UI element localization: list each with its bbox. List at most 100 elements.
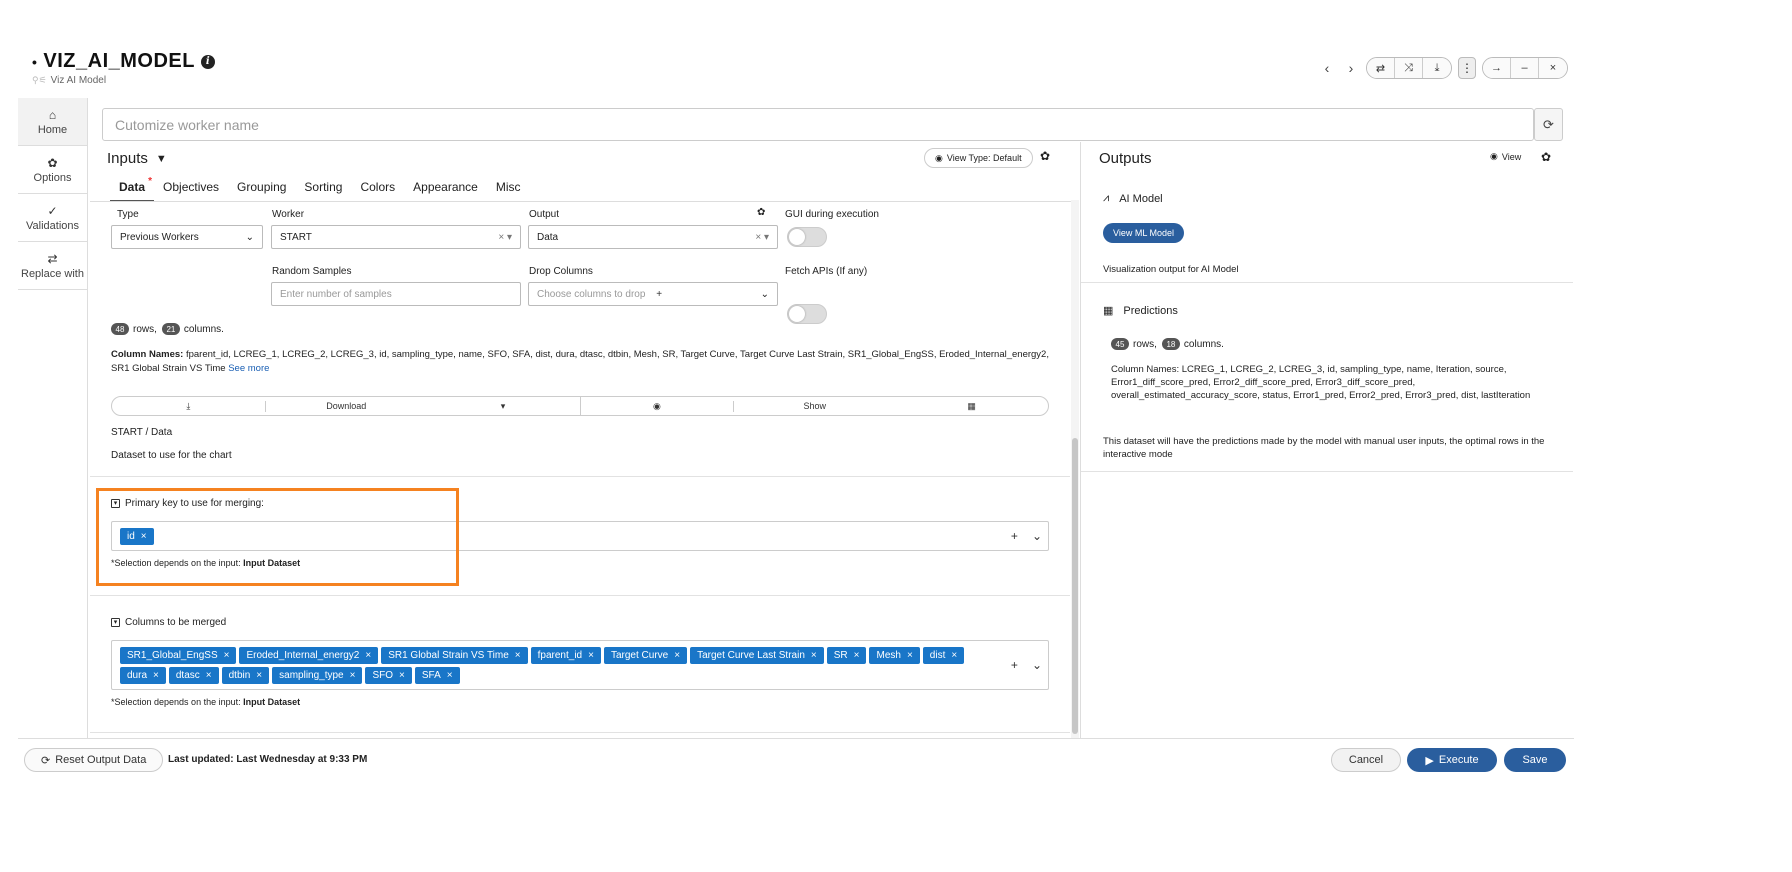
save-button[interactable]: Save (1504, 748, 1566, 772)
remove-chip-icon[interactable]: × (256, 670, 262, 681)
chevron-right-icon[interactable]: › (1342, 60, 1360, 76)
remove-chip-icon[interactable]: × (206, 670, 212, 681)
chip-column[interactable]: Mesh × (869, 646, 920, 664)
chip-column[interactable]: SFO × (365, 666, 412, 684)
arrow-right-icon[interactable]: → (1483, 58, 1511, 78)
chip-column[interactable]: fparent_id × (530, 646, 601, 664)
remove-chip-icon[interactable]: × (515, 650, 521, 661)
tab-grouping[interactable]: Grouping (228, 180, 295, 202)
kebab-icon[interactable]: ⋮ (1458, 57, 1476, 79)
view-type-button[interactable]: ◉ View Type: Default (924, 148, 1033, 168)
gear-icon[interactable]: ✿ (757, 207, 765, 218)
remove-chip-icon[interactable]: × (811, 650, 817, 661)
clear-icon[interactable]: × ▾ (755, 232, 769, 243)
remove-chip-icon[interactable]: × (350, 670, 356, 681)
type-select[interactable]: Previous Workers ⌄ (111, 225, 263, 249)
fetch-apis-label: Fetch APIs (If any) (785, 266, 868, 277)
chip-column[interactable]: dtasc × (168, 666, 219, 684)
chevron-down-icon[interactable]: ⌄ (1032, 529, 1042, 543)
app-title-row: • VIZ_AI_MODEL i (32, 50, 215, 73)
chip-column[interactable]: SR × (826, 646, 867, 664)
execute-button[interactable]: ▶ Execute (1407, 748, 1497, 772)
merge-columns-select[interactable]: SR1_Global_EngSS × Eroded_Internal_energy… (111, 640, 1049, 690)
tab-data[interactable]: Data * (110, 176, 155, 202)
app-subtitle: Viz AI Model (50, 75, 107, 86)
info-icon[interactable]: i (200, 54, 215, 69)
remove-chip-icon[interactable]: × (365, 650, 371, 661)
chip-column[interactable]: Target Curve Last Strain × (690, 646, 824, 664)
section-divider (90, 476, 1070, 477)
chip-column[interactable]: dist × (922, 646, 965, 664)
column-names-label: Column Names: (111, 349, 184, 360)
output-select[interactable]: Data × ▾ (528, 225, 778, 249)
plus-icon[interactable]: + (1011, 529, 1018, 543)
fetch-apis-toggle[interactable] (787, 304, 827, 324)
minimize-icon[interactable]: – (1511, 58, 1539, 78)
download-button[interactable]: ⤓ Download ▾ (112, 397, 581, 415)
tab-objectives[interactable]: Objectives (154, 180, 228, 202)
show-button[interactable]: ◉ Show ▦ (581, 397, 1049, 415)
remove-chip-icon[interactable]: × (907, 650, 913, 661)
worker-select[interactable]: START × ▾ (271, 225, 521, 249)
table-icon: ▦ (1103, 305, 1114, 317)
tab-appearance[interactable]: Appearance (404, 180, 487, 202)
remove-chip-icon[interactable]: × (447, 670, 453, 681)
filter-icon[interactable]: ▼ (156, 153, 167, 165)
tab-sorting[interactable]: Sorting (295, 180, 351, 202)
see-more-link[interactable]: See more (228, 363, 269, 374)
plus-icon[interactable]: + (1011, 658, 1018, 672)
note-prefix: *Selection depends on the input: (111, 697, 241, 707)
gui-toggle[interactable] (787, 227, 827, 247)
swap-icon[interactable]: ⇄ (1367, 58, 1395, 78)
outputs-view-button[interactable]: ◉ View (1490, 151, 1521, 162)
reset-output-button[interactable]: ⟳ Reset Output Data (24, 748, 164, 772)
shuffle-icon[interactable]: ⤨ (1395, 58, 1423, 78)
remove-chip-icon[interactable]: × (674, 650, 680, 661)
download-icon[interactable]: ⤓ (1423, 58, 1451, 78)
merge-columns-label: Columns to be merged (125, 617, 227, 628)
chevron-left-icon[interactable]: ‹ (1318, 60, 1336, 76)
tab-colors[interactable]: Colors (351, 180, 404, 202)
drop-columns-select[interactable]: Choose columns to drop + ⌄ (528, 282, 778, 306)
random-samples-input[interactable]: Enter number of samples (271, 282, 521, 306)
nav-item-options[interactable]: ✿ Options (18, 146, 87, 194)
chip-column[interactable]: sampling_type × (272, 666, 363, 684)
gui-label: GUI during execution (785, 209, 879, 220)
remove-chip-icon[interactable]: × (224, 650, 230, 661)
chip-column[interactable]: dura × (120, 666, 166, 684)
chip-column[interactable]: SR1_Global_EngSS × (120, 646, 237, 664)
tab-misc[interactable]: Misc (487, 180, 530, 202)
app-subtitle-row: ⚲⚟ Viz AI Model (32, 75, 215, 86)
remove-chip-icon[interactable]: × (854, 650, 860, 661)
inputs-scrollbar-thumb[interactable] (1072, 438, 1078, 734)
collapse-icon[interactable]: ▾ (111, 618, 120, 627)
chip-column[interactable]: SR1 Global Strain VS Time × (381, 646, 528, 664)
app-logo-icon: ⚲⚟ (32, 75, 47, 85)
chip-column[interactable]: SFA × (414, 666, 460, 684)
cols-count-badge: 21 (161, 323, 180, 335)
refresh-icon[interactable]: ⟳ (1534, 108, 1563, 141)
column-names-label: Column Names: (1111, 364, 1180, 375)
remove-chip-icon[interactable]: × (399, 670, 405, 681)
clear-icon[interactable]: × ▾ (498, 232, 512, 243)
ai-model-title: ⩘ AI Model (1103, 192, 1163, 205)
chevron-down-icon[interactable]: ⌄ (1032, 658, 1042, 672)
worker-label: Worker (272, 209, 305, 220)
view-ml-model-button[interactable]: View ML Model (1103, 223, 1185, 243)
chip-column[interactable]: Eroded_Internal_energy2 × (239, 646, 379, 664)
chip-column[interactable]: Target Curve × (603, 646, 688, 664)
nav-item-validations[interactable]: ✓ Validations (18, 194, 87, 242)
plus-icon[interactable]: + (656, 289, 662, 300)
remove-chip-icon[interactable]: × (588, 650, 594, 661)
nav-item-home[interactable]: ⌂ Home (18, 98, 87, 146)
remove-chip-icon[interactable]: × (153, 670, 159, 681)
drop-columns-placeholder: Choose columns to drop (537, 288, 646, 300)
close-icon[interactable]: × (1539, 58, 1567, 78)
nav-item-replace-with[interactable]: ⇄ Replace with (18, 242, 87, 290)
worker-name-input[interactable]: Cutomize worker name (102, 108, 1534, 141)
gear-icon[interactable]: ✿ (1541, 150, 1551, 164)
gear-icon[interactable]: ✿ (1040, 149, 1050, 163)
chip-column[interactable]: dtbin × (221, 666, 270, 684)
remove-chip-icon[interactable]: × (951, 650, 957, 661)
cancel-button[interactable]: Cancel (1331, 748, 1401, 772)
